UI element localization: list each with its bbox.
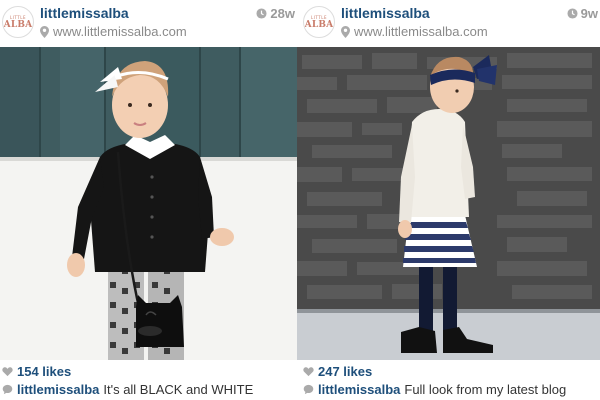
username-link[interactable]: littlemissalba bbox=[341, 5, 430, 21]
comment-bubble-icon bbox=[2, 384, 13, 395]
caption-username[interactable]: littlemissalba bbox=[318, 382, 400, 397]
likes-count[interactable]: 154 likes bbox=[2, 364, 71, 379]
avatar[interactable]: LITTLE ALBA bbox=[2, 6, 34, 38]
caption: littlemissalba Full look from my latest … bbox=[303, 382, 566, 397]
caption: littlemissalba It's all BLACK and WHITE bbox=[2, 382, 253, 397]
website-text: www.littlemissalba.com bbox=[354, 24, 488, 39]
post-card-2: LITTLE ALBA littlemissalba www.littlemis… bbox=[297, 0, 600, 400]
caption-text: It's all BLACK and WHITE bbox=[103, 382, 254, 397]
username-link[interactable]: littlemissalba bbox=[40, 5, 129, 21]
avatar-text-main: ALBA bbox=[304, 19, 334, 30]
location-pin-icon bbox=[40, 25, 49, 38]
heart-icon bbox=[303, 367, 314, 377]
clock-icon bbox=[256, 8, 267, 19]
likes-text: 154 likes bbox=[17, 364, 72, 379]
caption-username[interactable]: littlemissalba bbox=[17, 382, 99, 397]
caption-text: Full look from my latest blog bbox=[404, 382, 567, 397]
avatar[interactable]: LITTLE ALBA bbox=[303, 6, 335, 38]
photo-girl-full-look bbox=[297, 47, 600, 360]
post-header: LITTLE ALBA littlemissalba www.littlemis… bbox=[297, 0, 600, 45]
comment-bubble-icon bbox=[303, 384, 314, 395]
post-photo[interactable] bbox=[297, 47, 600, 360]
timestamp-text: 9w bbox=[580, 6, 598, 21]
timestamp: 9w bbox=[567, 6, 598, 21]
avatar-text-main: ALBA bbox=[3, 19, 33, 30]
post-photo[interactable] bbox=[0, 47, 297, 360]
post-header: LITTLE ALBA littlemissalba www.littlemis… bbox=[0, 0, 297, 45]
timestamp: 28w bbox=[256, 6, 295, 21]
location-link[interactable]: www.littlemissalba.com bbox=[40, 24, 187, 39]
likes-text: 247 likes bbox=[318, 364, 373, 379]
clock-icon bbox=[567, 8, 578, 19]
photo-girl-black-white bbox=[0, 47, 297, 360]
heart-icon bbox=[2, 367, 13, 377]
location-pin-icon bbox=[341, 25, 350, 38]
website-text: www.littlemissalba.com bbox=[53, 24, 187, 39]
location-link[interactable]: www.littlemissalba.com bbox=[341, 24, 488, 39]
timestamp-text: 28w bbox=[270, 6, 295, 21]
likes-count[interactable]: 247 likes bbox=[303, 364, 372, 379]
post-card-1: LITTLE ALBA littlemissalba www.littlemis… bbox=[0, 0, 297, 400]
